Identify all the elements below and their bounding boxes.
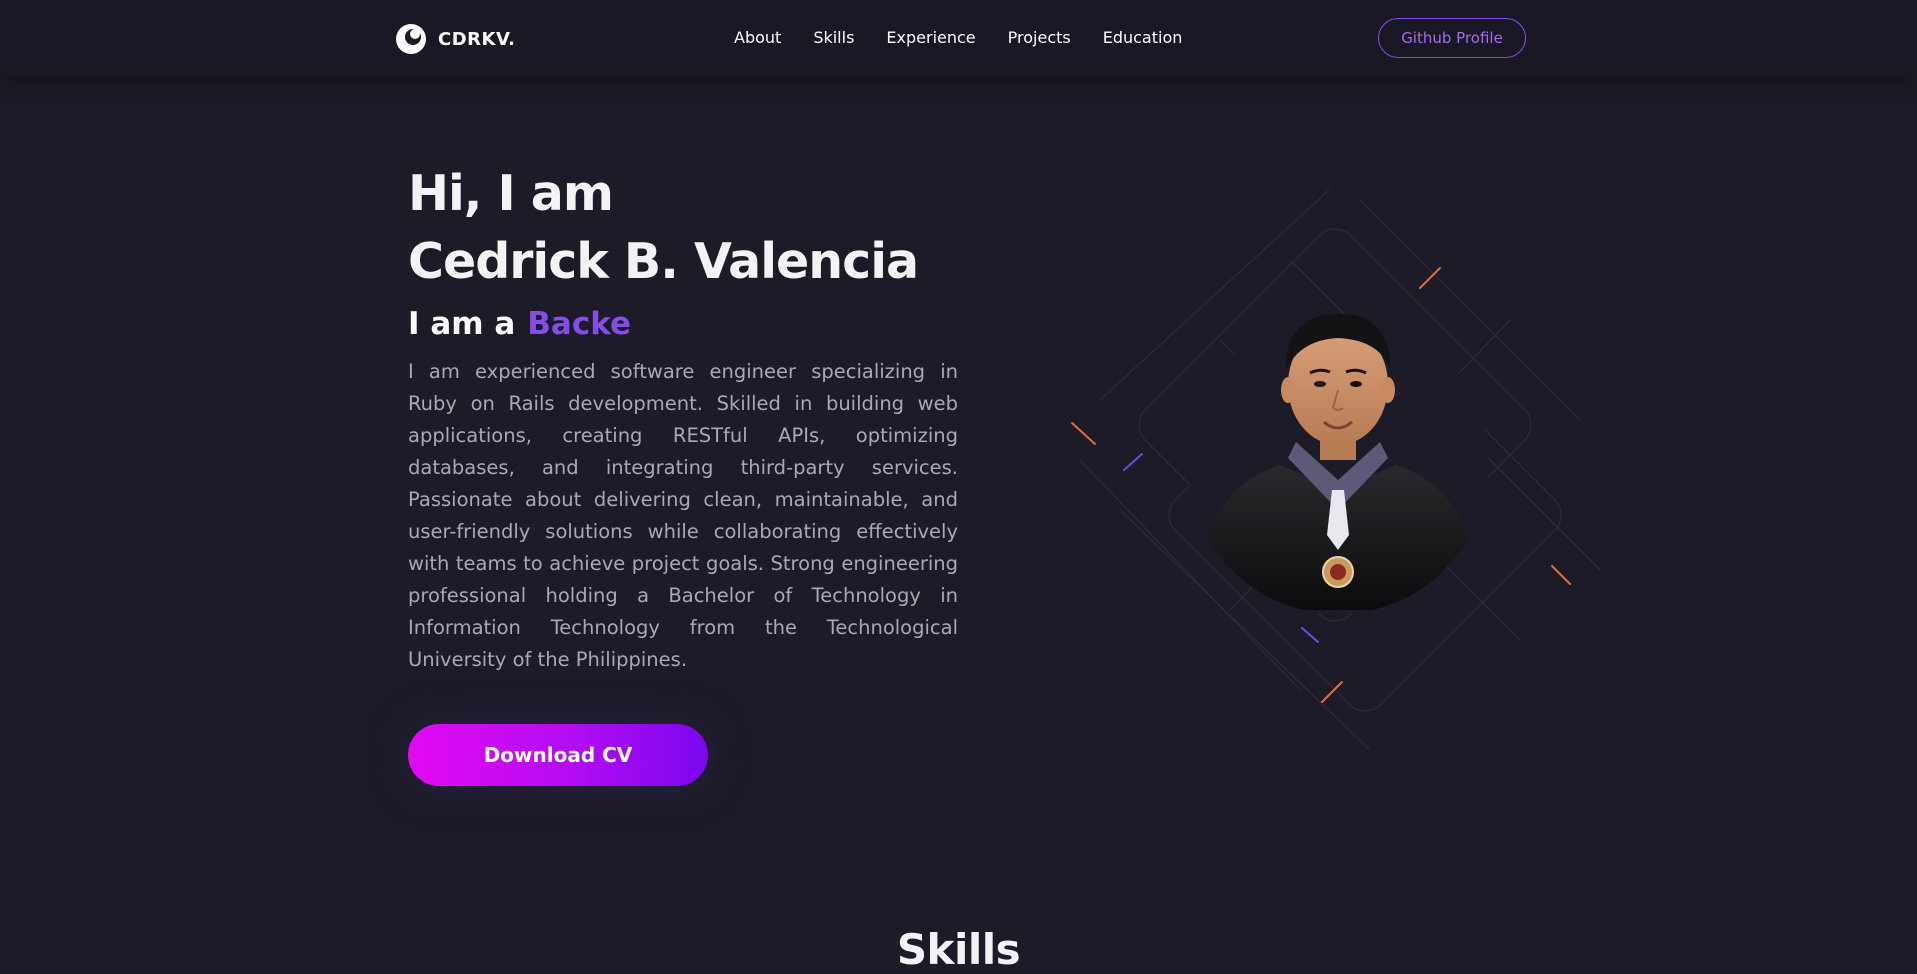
role-prefix: I am a [408,306,516,342]
role-typewriter: Backe [527,306,631,342]
brand-logo[interactable]: CDRKV. [394,22,515,56]
nav-link-skills[interactable]: Skills [813,28,854,47]
download-cv-button[interactable]: Download CV [408,724,708,786]
profile-photo [1188,314,1488,614]
role-line: I am a Backe [408,300,958,348]
profile-artwork [1071,190,1601,750]
circle-logo-icon [396,24,426,54]
navbar: CDRKV. About Skills Experience Projects … [0,0,1917,78]
nav-link-about[interactable]: About [734,28,781,47]
hero-greeting: Hi, I am [408,165,614,222]
hero-name: Cedrick B. Valencia [408,233,919,290]
hero-description: I am experienced software engineer speci… [408,360,958,671]
nav-link-experience[interactable]: Experience [886,28,975,47]
nav-links: About Skills Experience Projects Educati… [734,28,1214,47]
brand-name: CDRKV. [438,28,516,50]
nav-link-education[interactable]: Education [1103,28,1183,47]
nav-link-projects[interactable]: Projects [1008,28,1071,47]
hero-text: Hi, I am Cedrick B. Valencia I am a Back… [408,160,958,696]
github-profile-button[interactable]: Github Profile [1378,18,1526,58]
skills-section-title: Skills [896,924,1021,974]
